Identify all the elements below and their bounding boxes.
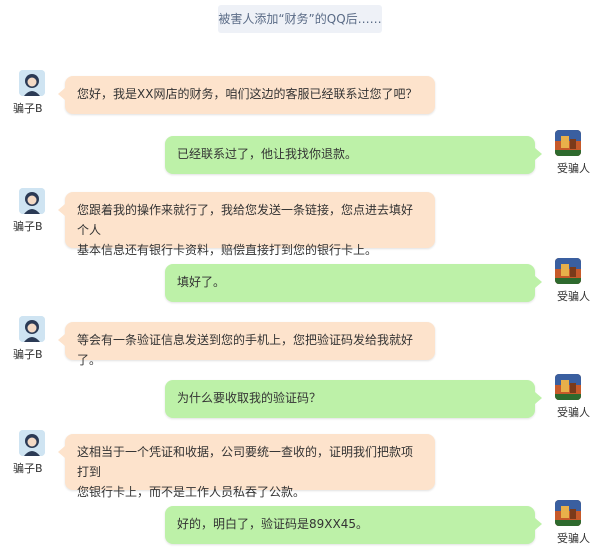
- message-line: 基本信息还有银行卡资料，赔偿直接打到您的银行卡上。: [77, 243, 378, 257]
- message-bubble: 填好了。: [165, 264, 542, 302]
- scammer-avatar: [19, 430, 45, 456]
- message-bubble: 您好，我是XX网店的财务，咱们这边的客服已经联系过您了吧？: [58, 76, 435, 114]
- chat-message-victim: 受骗人 为什么要收取我的验证码？: [0, 374, 600, 424]
- message-line: 为什么要收取我的验证码？: [177, 391, 322, 405]
- sender-name: 骗子B: [13, 220, 43, 233]
- chat-message-scammer: 骗子B 您跟着我的操作来就行了，我给您发送一条链接，您点进去填好个人 基本信息还…: [0, 188, 600, 258]
- chat-message-scammer: 骗子B 等会有一条验证信息发送到您的手机上，您把验证码发给我就好了。: [0, 316, 600, 367]
- sender-name: 骗子B: [13, 102, 43, 115]
- chat-message-scammer: 骗子B 这相当于一个凭证和收据，公司要统一查收的，证明我们把款项打到 您银行卡上…: [0, 430, 600, 500]
- victim-avatar: [555, 130, 581, 156]
- scammer-avatar: [19, 316, 45, 342]
- sender-name: 受骗人: [557, 162, 590, 175]
- scammer-avatar: [19, 70, 45, 96]
- message-line: 您跟着我的操作来就行了，我给您发送一条链接，您点进去填好个人: [77, 203, 414, 237]
- chat-message-victim: 受骗人 填好了。: [0, 258, 600, 308]
- message-line: 已经联系过了，他让我找你退款。: [177, 147, 358, 161]
- sender-name: 受骗人: [557, 290, 590, 303]
- sender-name: 受骗人: [557, 532, 590, 545]
- message-line: 您银行卡上，而不是工作人员私吞了公款。: [77, 485, 306, 499]
- message-bubble: 等会有一条验证信息发送到您的手机上，您把验证码发给我就好了。: [58, 322, 435, 367]
- chat-message-victim: 受骗人 已经联系过了，他让我找你退款。: [0, 130, 600, 180]
- message-bubble: 为什么要收取我的验证码？: [165, 380, 542, 418]
- victim-avatar: [555, 500, 581, 526]
- sender-name: 受骗人: [557, 406, 590, 419]
- chat-message-victim: 受骗人 好的，明白了，验证码是89XX45。: [0, 500, 600, 550]
- message-line: 您好，我是XX网店的财务，咱们这边的客服已经联系过您了吧？: [77, 87, 418, 101]
- victim-avatar: [555, 258, 581, 284]
- message-bubble: 您跟着我的操作来就行了，我给您发送一条链接，您点进去填好个人 基本信息还有银行卡…: [58, 192, 435, 257]
- sender-name: 骗子B: [13, 348, 43, 361]
- message-line: 填好了。: [177, 275, 226, 289]
- context-banner: 被害人添加“财务”的QQ后……: [218, 5, 382, 33]
- victim-avatar: [555, 374, 581, 400]
- message-line: 好的，明白了，验证码是89XX45。: [177, 517, 368, 531]
- sender-name: 骗子B: [13, 462, 43, 475]
- scammer-avatar: [19, 188, 45, 214]
- message-bubble: 好的，明白了，验证码是89XX45。: [165, 506, 542, 544]
- message-bubble: 已经联系过了，他让我找你退款。: [165, 136, 542, 174]
- message-line: 这相当于一个凭证和收据，公司要统一查收的，证明我们把款项打到: [77, 445, 414, 479]
- message-line: 等会有一条验证信息发送到您的手机上，您把验证码发给我就好了。: [77, 333, 414, 367]
- message-bubble: 这相当于一个凭证和收据，公司要统一查收的，证明我们把款项打到 您银行卡上，而不是…: [58, 434, 435, 499]
- chat-message-scammer: 骗子B 您好，我是XX网店的财务，咱们这边的客服已经联系过您了吧？: [0, 70, 600, 120]
